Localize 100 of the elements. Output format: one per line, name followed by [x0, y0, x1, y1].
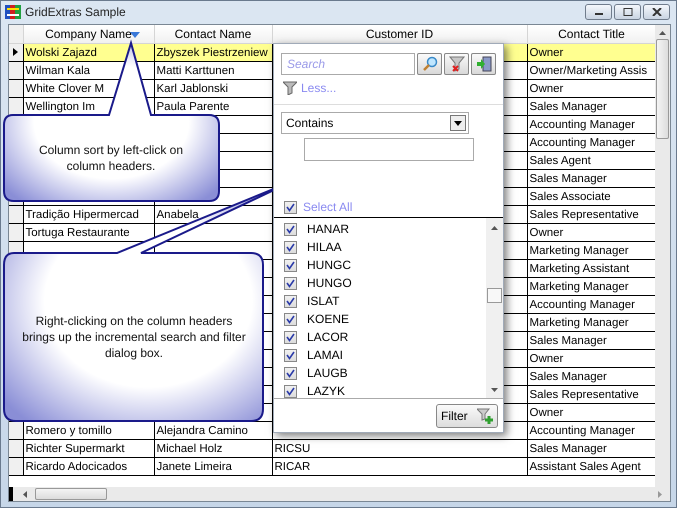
- filter-value-field[interactable]: [304, 138, 474, 161]
- list-item[interactable]: LAMAI: [307, 348, 344, 362]
- maximize-icon: [622, 8, 632, 16]
- table-cell: Marketing Manager: [530, 244, 629, 256]
- table-cell: Richter Supermarkt: [26, 442, 125, 454]
- scroll-up-icon: [491, 226, 498, 230]
- table-cell: Marketing Manager: [530, 280, 629, 292]
- scroll-left-icon: [23, 490, 27, 498]
- column-header[interactable]: Contact Title: [527, 25, 655, 44]
- callout-text: Right-clicking on the column headers brings up the incremental search and filter dialog box.: [21, 313, 247, 361]
- column-header[interactable]: Customer ID: [272, 25, 527, 44]
- list-item[interactable]: LAZYK: [307, 384, 346, 398]
- funnel-icon: [283, 81, 297, 95]
- search-field[interactable]: Search: [281, 53, 415, 75]
- table-cell: Owner: [530, 82, 564, 94]
- table-cell: Janete Limeira: [156, 460, 232, 472]
- scroll-thumb[interactable]: [656, 39, 669, 139]
- scroll-right-icon: [658, 490, 662, 498]
- current-row-icon: [13, 48, 18, 56]
- exit-door-icon: [476, 56, 492, 72]
- checkbox[interactable]: [284, 276, 297, 290]
- checkbox[interactable]: [284, 366, 297, 380]
- list-item[interactable]: LAUGB: [307, 366, 348, 380]
- table-cell: Wellington Im: [26, 100, 95, 112]
- list-item[interactable]: HILAA: [307, 240, 342, 254]
- table-cell: Zbyszek Piestrzeniew: [156, 46, 268, 58]
- table-cell: Sales Manager: [530, 370, 607, 382]
- table-cell: Sales Manager: [530, 100, 607, 112]
- table-cell: Sales Manager: [530, 172, 607, 184]
- vertical-scrollbar[interactable]: [655, 25, 670, 487]
- table-cell: Tradição Hipermercad: [26, 208, 139, 220]
- search-icon: [422, 56, 438, 72]
- table-cell: RICAR: [274, 460, 310, 472]
- table-cell: Accounting Manager: [530, 298, 635, 310]
- list-item[interactable]: KOENE: [307, 312, 350, 326]
- table-cell: Assistant Sales Agent: [530, 460, 641, 472]
- table-cell: RICSU: [274, 442, 310, 454]
- filter-button[interactable]: Filter: [436, 404, 498, 428]
- table-cell: Matti Karttunen: [156, 64, 234, 76]
- table-cell: Marketing Assistant: [530, 262, 630, 274]
- add-filter-icon: [477, 408, 493, 424]
- checkbox[interactable]: [284, 200, 297, 214]
- table-cell: Michael Holz: [156, 442, 222, 454]
- table-cell: Ricardo Adocicados: [26, 460, 128, 472]
- table-cell: Sales Representative: [530, 388, 639, 400]
- app-icon: [5, 5, 21, 19]
- table-cell: Marketing Manager: [530, 316, 629, 328]
- table-cell: Sales Associate: [530, 190, 611, 202]
- table-cell: Tortuga Restaurante: [26, 226, 130, 238]
- table-cell: Owner: [530, 226, 564, 238]
- column-header[interactable]: Company Name: [23, 25, 154, 44]
- minimize-button[interactable]: [585, 4, 612, 20]
- scroll-thumb[interactable]: [35, 488, 107, 500]
- table-cell: Anabela: [156, 208, 199, 220]
- table-cell: Wilman Kala: [26, 64, 90, 76]
- horizontal-scrollbar[interactable]: [9, 487, 670, 501]
- checkbox[interactable]: [284, 258, 297, 272]
- checkbox[interactable]: [284, 222, 297, 236]
- list-item[interactable]: HUNGC: [307, 258, 351, 272]
- table-cell: Sales Agent: [530, 154, 591, 166]
- table-cell: Karl Jablonski: [156, 82, 228, 94]
- scroll-up-icon: [659, 31, 666, 35]
- scroll-thumb[interactable]: [487, 288, 502, 303]
- table-cell: Romero y tomillo: [26, 424, 112, 436]
- table-cell: White Clover M: [26, 82, 104, 94]
- maximize-button[interactable]: [614, 4, 641, 20]
- table-cell: Sales Manager: [530, 334, 607, 346]
- list-item[interactable]: HANAR: [307, 222, 350, 236]
- table-cell: Wolski Zajazd: [26, 46, 97, 58]
- checkbox[interactable]: [284, 312, 297, 326]
- scroll-down-icon: [491, 388, 498, 392]
- table-cell: Owner: [530, 406, 564, 418]
- checkbox[interactable]: [284, 384, 297, 398]
- table-cell: Paula Parente: [156, 100, 230, 112]
- column-header[interactable]: Contact Name: [154, 25, 272, 44]
- close-icon: [652, 8, 662, 16]
- operator-dropdown[interactable]: Contains: [281, 112, 469, 134]
- table-cell: Sales Manager: [530, 442, 607, 454]
- table-cell: Owner: [530, 46, 564, 58]
- checkbox[interactable]: [284, 348, 297, 362]
- callout-text: Column sort by left-click on column headers.: [38, 142, 184, 174]
- close-button[interactable]: [643, 4, 670, 20]
- checkbox[interactable]: [284, 330, 297, 344]
- table-cell: Sales Representative: [530, 208, 639, 220]
- table-cell: Owner: [530, 352, 564, 364]
- checkbox[interactable]: [284, 294, 297, 308]
- exit-button[interactable]: [471, 53, 496, 75]
- clear-filter-button[interactable]: [444, 53, 469, 75]
- funnel-icon: [448, 56, 464, 72]
- list-item[interactable]: ISLAT: [307, 294, 340, 308]
- table-cell: Alejandra Camino: [156, 424, 248, 436]
- table-cell: Accounting Manager: [530, 118, 635, 130]
- list-scrollbar[interactable]: [486, 218, 503, 398]
- list-item[interactable]: HUNGO: [307, 276, 352, 290]
- table-cell: Accounting Manager: [530, 424, 635, 436]
- search-button[interactable]: [417, 53, 442, 75]
- checkbox[interactable]: [284, 240, 297, 254]
- dropdown-arrow-icon: [454, 120, 462, 126]
- list-item[interactable]: LACOR: [307, 330, 348, 344]
- table-cell: Owner/Marketing Assis: [530, 64, 648, 76]
